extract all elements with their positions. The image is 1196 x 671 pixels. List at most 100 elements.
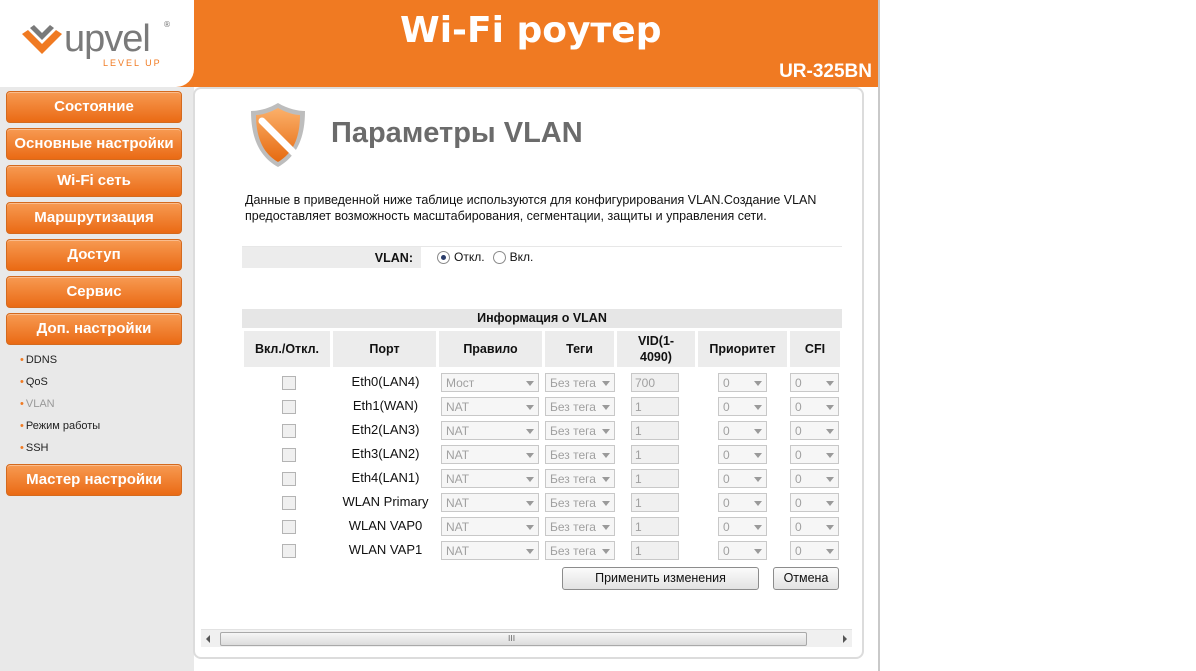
bullet-icon: • bbox=[20, 398, 24, 410]
nav-status[interactable]: Состояние bbox=[6, 91, 182, 123]
priority-select[interactable]: 0 bbox=[718, 397, 767, 416]
priority-select[interactable]: 0 bbox=[718, 373, 767, 392]
nav-access[interactable]: Доступ bbox=[6, 239, 182, 271]
rule-value: Мост bbox=[446, 376, 475, 390]
cfi-select[interactable]: 0 bbox=[790, 541, 839, 560]
cfi-select[interactable]: 0 bbox=[790, 397, 839, 416]
tags-select[interactable]: Без тега bbox=[545, 421, 615, 440]
cfi-select[interactable]: 0 bbox=[790, 445, 839, 464]
cfi-select[interactable]: 0 bbox=[790, 469, 839, 488]
rule-select[interactable]: NAT bbox=[441, 421, 539, 440]
chevron-down-icon bbox=[826, 477, 834, 482]
rule-select[interactable]: NAT bbox=[441, 493, 539, 512]
horizontal-scrollbar[interactable]: III bbox=[201, 629, 852, 647]
vlan-on-label: Вкл. bbox=[509, 250, 534, 264]
cfi-select[interactable]: 0 bbox=[790, 421, 839, 440]
nav-advanced[interactable]: Доп. настройки bbox=[6, 313, 182, 345]
tags-select[interactable]: Без тега bbox=[545, 397, 615, 416]
vid-input[interactable]: 1 bbox=[631, 397, 679, 416]
rule-select[interactable]: NAT bbox=[441, 541, 539, 560]
chevron-down-icon bbox=[526, 477, 534, 482]
vlan-off-label: Откл. bbox=[454, 250, 485, 264]
nav-basic-settings[interactable]: Основные настройки bbox=[6, 128, 182, 160]
vlan-info-title: Информация о VLAN bbox=[242, 309, 842, 328]
priority-select[interactable]: 0 bbox=[718, 541, 767, 560]
priority-select[interactable]: 0 bbox=[718, 469, 767, 488]
chevron-down-icon bbox=[826, 501, 834, 506]
rule-select[interactable]: NAT bbox=[441, 469, 539, 488]
tags-select[interactable]: Без тега bbox=[545, 541, 615, 560]
enable-checkbox[interactable] bbox=[282, 544, 296, 558]
priority-select[interactable]: 0 bbox=[718, 517, 767, 536]
tags-value: Без тега bbox=[550, 424, 596, 438]
priority-value: 0 bbox=[723, 520, 730, 534]
priority-select[interactable]: 0 bbox=[718, 445, 767, 464]
col-header-vid-line1: VID(1- bbox=[637, 334, 675, 348]
table-row: Eth2(LAN3) NAT Без тега 1 0 0 bbox=[242, 419, 842, 443]
rule-value: NAT bbox=[446, 400, 470, 414]
enable-checkbox[interactable] bbox=[282, 448, 296, 462]
vid-input[interactable]: 1 bbox=[631, 421, 679, 440]
tags-select[interactable]: Без тега bbox=[545, 493, 615, 512]
chevron-down-icon bbox=[526, 501, 534, 506]
cfi-value: 0 bbox=[795, 400, 802, 414]
enable-checkbox[interactable] bbox=[282, 400, 296, 414]
vid-input[interactable]: 1 bbox=[631, 517, 679, 536]
chevron-down-icon bbox=[754, 429, 762, 434]
upvel-logo-icon bbox=[22, 25, 62, 54]
tags-value: Без тега bbox=[550, 520, 596, 534]
chevron-down-icon bbox=[526, 453, 534, 458]
nav-service[interactable]: Сервис bbox=[6, 276, 182, 308]
rule-select[interactable]: NAT bbox=[441, 397, 539, 416]
chevron-down-icon bbox=[602, 429, 610, 434]
chevron-down-icon bbox=[826, 405, 834, 410]
tags-select[interactable]: Без тега bbox=[545, 469, 615, 488]
cancel-button[interactable]: Отмена bbox=[773, 567, 839, 590]
nav-routing[interactable]: Маршрутизация bbox=[6, 202, 182, 234]
port-name: Eth4(LAN1) bbox=[351, 470, 420, 485]
col-header-cfi: CFI bbox=[790, 331, 840, 367]
vlan-on-radio[interactable] bbox=[492, 250, 506, 264]
cfi-select[interactable]: 0 bbox=[790, 373, 839, 392]
priority-select[interactable]: 0 bbox=[718, 493, 767, 512]
enable-checkbox[interactable] bbox=[282, 520, 296, 534]
rule-select[interactable]: Мост bbox=[441, 373, 539, 392]
enable-checkbox[interactable] bbox=[282, 376, 296, 390]
cfi-select[interactable]: 0 bbox=[790, 517, 839, 536]
tags-select[interactable]: Без тега bbox=[545, 517, 615, 536]
nav-wizard[interactable]: Мастер настройки bbox=[6, 464, 182, 496]
sub-item-mode[interactable]: • Режим работы bbox=[20, 420, 100, 432]
rule-value: NAT bbox=[446, 544, 470, 558]
rule-select[interactable]: NAT bbox=[441, 517, 539, 536]
priority-select[interactable]: 0 bbox=[718, 421, 767, 440]
vid-input[interactable]: 1 bbox=[631, 469, 679, 488]
vid-input[interactable]: 1 bbox=[631, 445, 679, 464]
vlan-off-radio[interactable] bbox=[437, 250, 450, 264]
scroll-left-icon[interactable] bbox=[206, 635, 210, 643]
vlan-toggle-row: VLAN: Откл. Вкл. bbox=[242, 246, 842, 268]
sub-item-ddns[interactable]: • DDNS bbox=[20, 354, 57, 366]
scrollbar-thumb[interactable]: III bbox=[220, 632, 807, 646]
nav-wifi[interactable]: Wi-Fi сеть bbox=[6, 165, 182, 197]
vid-input[interactable]: 1 bbox=[631, 493, 679, 512]
port-name: Eth3(LAN2) bbox=[351, 446, 420, 461]
apply-button[interactable]: Применить изменения bbox=[562, 567, 759, 590]
enable-checkbox[interactable] bbox=[282, 472, 296, 486]
sub-item-vlan[interactable]: • VLAN bbox=[20, 398, 55, 410]
sub-item-ssh[interactable]: • SSH bbox=[20, 442, 48, 454]
sub-item-qos[interactable]: • QoS bbox=[20, 376, 48, 388]
scroll-right-icon[interactable] bbox=[843, 635, 847, 643]
vid-input[interactable]: 700 bbox=[631, 373, 679, 392]
tags-select[interactable]: Без тега bbox=[545, 445, 615, 464]
enable-checkbox[interactable] bbox=[282, 496, 296, 510]
cfi-value: 0 bbox=[795, 376, 802, 390]
enable-checkbox[interactable] bbox=[282, 424, 296, 438]
rule-select[interactable]: NAT bbox=[441, 445, 539, 464]
bullet-icon: • bbox=[20, 354, 24, 366]
shield-icon bbox=[251, 103, 305, 167]
cfi-select[interactable]: 0 bbox=[790, 493, 839, 512]
vid-input[interactable]: 1 bbox=[631, 541, 679, 560]
window-edge bbox=[878, 0, 880, 671]
tags-select[interactable]: Без тега bbox=[545, 373, 615, 392]
scrollbar-grip: III bbox=[508, 634, 516, 643]
